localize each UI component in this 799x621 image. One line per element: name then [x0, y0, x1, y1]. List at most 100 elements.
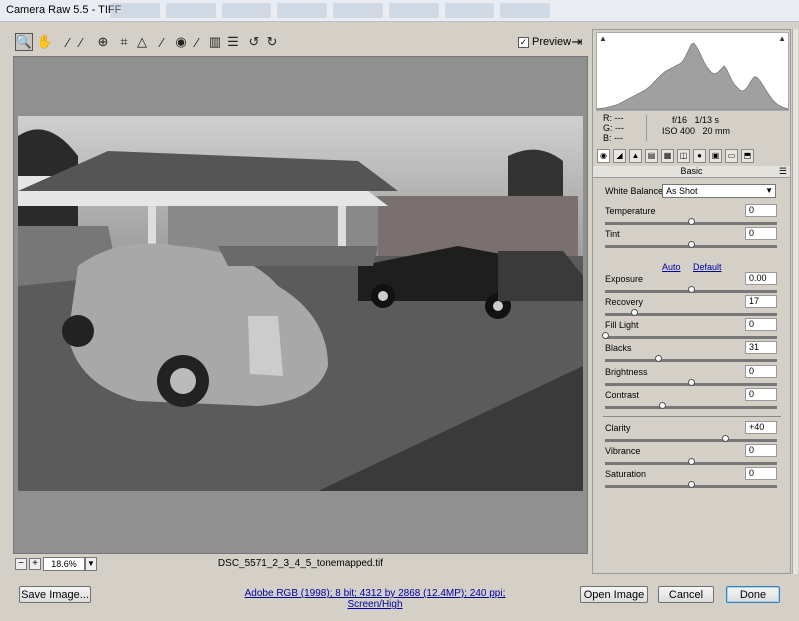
tint-value-field[interactable]: 0: [745, 227, 777, 240]
vibrance-thumb[interactable]: [688, 458, 695, 465]
tint-slider[interactable]: Tint 0: [605, 227, 777, 249]
save-image-button[interactable]: Save Image...: [19, 586, 91, 603]
clarity-value-field[interactable]: +40: [745, 421, 777, 434]
toolbar: ✓ Preview ⇥ 🔍 ✋ ⁄ ⁄ ⊕ ⌗ △ ⁄ ◉ ⁄ ▥ ☰ ↺ ↻: [10, 30, 588, 56]
recovery-value-field[interactable]: 17: [745, 295, 777, 308]
tab-lens-corrections[interactable]: ◫: [677, 149, 690, 163]
clarity-slider[interactable]: Clarity +40: [605, 421, 777, 443]
highlight-clipping-icon[interactable]: ▲: [778, 34, 786, 43]
tab-effects[interactable]: ⬒: [741, 149, 754, 163]
tab-tone-curve[interactable]: ◢: [613, 149, 626, 163]
fill-light-label: Fill Light: [605, 320, 639, 330]
fill-light-slider[interactable]: Fill Light 0: [602, 318, 777, 340]
workflow-options-link[interactable]: Adobe RGB (1998); 8 bit; 4312 by 2868 (1…: [230, 588, 520, 610]
exposure-thumb[interactable]: [688, 286, 695, 293]
recovery-thumb[interactable]: [631, 309, 639, 316]
panel-scrollbar[interactable]: [792, 29, 798, 574]
rotate-right-tool[interactable]: ↻: [263, 33, 281, 51]
recovery-slider[interactable]: Recovery 17: [605, 295, 777, 317]
fill-light-value-field[interactable]: 0: [745, 318, 777, 331]
targeted-adjustment-tool[interactable]: ⊕: [94, 33, 112, 51]
vibrance-value-field[interactable]: 0: [745, 444, 777, 457]
panel-tabs: ◉ ◢ ▲ ▤ ▦ ◫ ● ▣ ▭ ⬒: [593, 148, 790, 165]
rotate-left-tool[interactable]: ↺: [245, 33, 263, 51]
histogram: ▲ ▲: [596, 32, 789, 111]
photo-image: [18, 116, 583, 491]
shadow-clipping-icon[interactable]: ▲: [599, 34, 607, 43]
focal-length-value: 20 mm: [702, 126, 731, 136]
shutter-value: 1/13 s: [694, 115, 720, 125]
color-sampler-tool[interactable]: ⁄: [72, 33, 90, 51]
crop-tool[interactable]: ⌗: [115, 33, 133, 51]
chevron-down-icon: ▼: [765, 186, 773, 195]
graduated-filter-tool[interactable]: ▥: [206, 33, 224, 51]
tab-camera-calibration[interactable]: ●: [693, 149, 706, 163]
exposure-slider[interactable]: Exposure 0.00: [605, 272, 777, 294]
blacks-track[interactable]: [605, 359, 777, 362]
open-image-button[interactable]: Open Image: [580, 586, 648, 603]
preview-toggle[interactable]: ✓ Preview: [518, 36, 571, 48]
preview-label: Preview: [532, 36, 572, 48]
tab-snapshots[interactable]: ▭: [725, 149, 738, 163]
exposure-label: Exposure: [605, 274, 644, 284]
image-canvas[interactable]: [13, 56, 588, 554]
blacks-slider[interactable]: Blacks 31: [605, 341, 777, 363]
cancel-button[interactable]: Cancel: [658, 586, 714, 603]
saturation-thumb[interactable]: [688, 481, 695, 488]
zoom-tool[interactable]: 🔍: [15, 33, 33, 51]
preview-checkbox[interactable]: ✓: [518, 36, 529, 48]
fill-light-thumb[interactable]: [602, 332, 609, 339]
saturation-value-field[interactable]: 0: [745, 467, 777, 480]
blue-readout: B: ---: [603, 133, 623, 143]
spot-removal-tool[interactable]: ⁄: [153, 33, 171, 51]
preferences-tool[interactable]: ☰: [224, 33, 242, 51]
tab-presets[interactable]: ▣: [709, 149, 722, 163]
contrast-thumb[interactable]: [658, 402, 666, 409]
blacks-label: Blacks: [605, 343, 632, 353]
blacks-thumb[interactable]: [655, 355, 663, 362]
tab-split-toning[interactable]: ▦: [661, 149, 674, 163]
aperture-value: f/16: [672, 115, 688, 125]
done-button[interactable]: Done: [726, 586, 780, 603]
temperature-thumb[interactable]: [688, 218, 695, 225]
default-link[interactable]: Default: [693, 262, 722, 272]
straighten-tool[interactable]: △: [133, 33, 151, 51]
tab-basic[interactable]: ◉: [597, 149, 610, 163]
contrast-track[interactable]: [605, 406, 777, 409]
fullscreen-icon[interactable]: ⇥: [568, 33, 586, 51]
temperature-value-field[interactable]: 0: [745, 204, 777, 217]
brightness-value-field[interactable]: 0: [745, 365, 777, 378]
white-balance-label: White Balance:: [605, 186, 666, 196]
panel-menu-icon[interactable]: ☰: [779, 166, 787, 177]
fill-light-track[interactable]: [605, 336, 777, 339]
readout-info: R: --- G: --- B: --- f/16 1/13 s ISO 400…: [596, 113, 789, 145]
exposure-value-field[interactable]: 0.00: [745, 272, 777, 285]
hand-tool[interactable]: ✋: [36, 33, 54, 51]
panel-title-text: Basic: [680, 166, 703, 176]
vibrance-slider[interactable]: Vibrance 0: [605, 444, 777, 466]
iso-value: ISO 400: [662, 126, 696, 136]
contrast-slider[interactable]: Contrast 0: [605, 388, 777, 410]
contrast-label: Contrast: [605, 390, 640, 400]
clarity-thumb[interactable]: [722, 435, 730, 442]
tab-detail[interactable]: ▲: [629, 149, 642, 163]
right-panel: ▲ ▲ R: --- G: --- B: --- f/16 1/13 s ISO…: [592, 29, 791, 574]
panel-title: Basic ☰: [593, 166, 790, 178]
blacks-value-field[interactable]: 31: [745, 341, 777, 354]
clarity-label: Clarity: [605, 423, 631, 433]
contrast-value-field[interactable]: 0: [745, 388, 777, 401]
clarity-track[interactable]: [605, 439, 777, 442]
adjustment-brush-tool[interactable]: ⁄: [188, 33, 206, 51]
white-balance-select[interactable]: As Shot ▼: [662, 184, 776, 198]
saturation-slider[interactable]: Saturation 0: [605, 467, 777, 489]
background-taskbar-tabs: [110, 3, 550, 18]
temperature-slider[interactable]: Temperature 0: [605, 204, 777, 226]
brightness-thumb[interactable]: [688, 379, 695, 386]
recovery-label: Recovery: [605, 297, 644, 307]
tab-hsl[interactable]: ▤: [645, 149, 658, 163]
zoom-bar: − + 18.6% ▼ DSC_5571_2_3_4_5_tonemapped.…: [13, 556, 588, 574]
brightness-slider[interactable]: Brightness 0: [605, 365, 777, 387]
tint-thumb[interactable]: [688, 241, 695, 248]
auto-link[interactable]: Auto: [662, 262, 681, 272]
bottom-bar: Save Image... Adobe RGB (1998); 8 bit; 4…: [0, 578, 799, 621]
